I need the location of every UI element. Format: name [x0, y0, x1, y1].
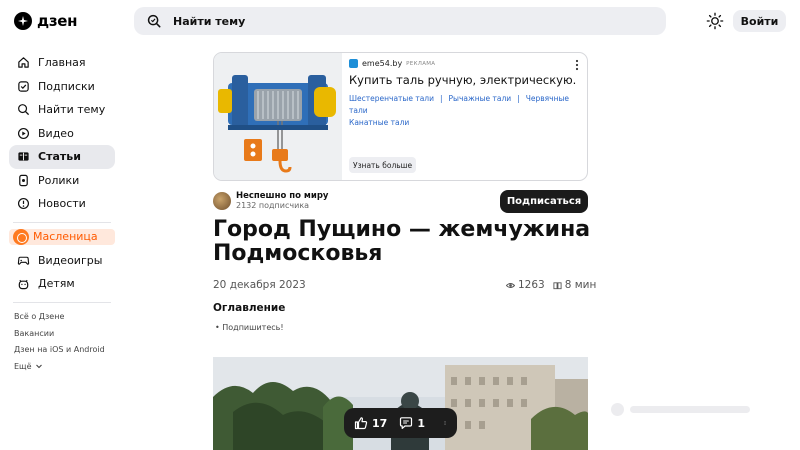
- page: дзен Найти тему Войти Главная Подписки Н…: [0, 0, 800, 450]
- home-icon: [18, 57, 29, 68]
- footer-link-apps[interactable]: Дзен на iOS и Android: [14, 342, 115, 359]
- video-icon: [17, 127, 30, 139]
- sidebar-item-news[interactable]: Новости: [9, 192, 115, 216]
- search-bar[interactable]: Найти тему: [134, 7, 666, 35]
- sidebar-item-articles[interactable]: Статьи: [9, 145, 115, 169]
- sidebar-item-maslenitsa[interactable]: Масленица: [9, 228, 115, 245]
- find-topic-icon: [18, 104, 30, 116]
- sidebar-item-home[interactable]: Главная: [9, 51, 115, 75]
- ad-title[interactable]: Купить таль ручную, электрическую.: [349, 73, 580, 87]
- read-time-stat: 8 мин: [553, 279, 597, 291]
- sidebar-item-label: Главная: [38, 56, 86, 70]
- ad-links: Шестеренчатые тали | Рычажные тали | Червячн…: [349, 93, 580, 129]
- ad-body: eme54.by Реклама Купить таль ручную, эле…: [342, 53, 587, 180]
- sidebar-item-label: Найти тему: [38, 103, 106, 117]
- sidebar-item-label: Ролики: [38, 173, 80, 187]
- ad-link[interactable]: Канатные тали: [349, 118, 409, 127]
- article-date: 20 декабря 2023: [213, 279, 306, 291]
- sidebar-item-label: Детям: [38, 277, 75, 291]
- sidebar-item-label: Новости: [38, 197, 86, 211]
- sidebar-item-find-topic[interactable]: Найти тему: [9, 98, 115, 122]
- ad-source[interactable]: eme54.by Реклама: [349, 59, 580, 68]
- skeleton-text-placeholder: [630, 406, 750, 413]
- comments-count: 1: [417, 416, 425, 430]
- ad-learn-more-button[interactable]: Узнать больше: [349, 157, 417, 173]
- views-stat: 1263: [506, 279, 545, 291]
- author-info: Неспешно по миру 2132 подписчика: [236, 191, 328, 210]
- ad-source-domain: eme54.by: [362, 59, 403, 68]
- ad-label: Реклама: [406, 60, 436, 67]
- articles-icon: [18, 152, 29, 161]
- footer-more-label: Ещё: [14, 361, 32, 371]
- avatar[interactable]: [213, 191, 231, 210]
- winch-illustration: [214, 53, 342, 180]
- toc-item-subscribe[interactable]: • Подпишитесь!: [215, 323, 284, 332]
- author-subscribers: 2132 подписчика: [236, 201, 310, 210]
- comments-button[interactable]: 1: [399, 416, 425, 430]
- sidebar-item-videogames[interactable]: Видеоигры: [9, 249, 115, 273]
- theme-toggle-sun-icon[interactable]: [706, 12, 724, 30]
- sidebar-divider: [13, 301, 111, 303]
- article-title: Город Пущино — жемчужина Подмосковья: [213, 217, 591, 266]
- subscriptions-icon: [18, 81, 29, 92]
- book-icon: [553, 281, 562, 289]
- kids-icon: [18, 280, 29, 290]
- gamepad-icon: [17, 256, 30, 265]
- ad-link-separator: |: [517, 94, 520, 103]
- skeleton-avatar-placeholder: [611, 403, 624, 416]
- ad-favicon-icon: [349, 59, 358, 68]
- chevron-down-icon: [35, 364, 42, 369]
- search-icon: [147, 14, 161, 28]
- footer-link-vacancies[interactable]: Вакансии: [14, 325, 115, 342]
- toc-heading: Оглавление: [213, 302, 286, 314]
- sidebar-item-label: Статьи: [38, 150, 81, 164]
- sidebar-divider: [13, 221, 111, 223]
- more-vertical-icon[interactable]: [443, 416, 447, 430]
- thumbs-up-icon: [354, 417, 368, 430]
- sidebar-footer-links: Всё о Дзене Вакансии Дзен на iOS и Andro…: [9, 309, 115, 375]
- reactions-bar: 17 1: [344, 408, 457, 438]
- news-icon: [17, 198, 30, 210]
- author-name[interactable]: Неспешно по миру: [236, 191, 328, 201]
- like-button[interactable]: 17: [354, 416, 387, 430]
- author-block[interactable]: Неспешно по миру 2132 подписчика: [213, 191, 328, 210]
- sidebar-item-kids[interactable]: Детям: [9, 272, 115, 296]
- sidebar-item-label: Видео: [38, 126, 74, 140]
- sidebar-item-video[interactable]: Видео: [9, 122, 115, 146]
- login-button[interactable]: Войти: [733, 10, 786, 32]
- sidebar-item-shorts[interactable]: Ролики: [9, 169, 115, 193]
- sidebar-item-subscriptions[interactable]: Подписки: [9, 75, 115, 99]
- ad-link-separator: |: [439, 94, 443, 103]
- dzen-logo-icon: [14, 12, 32, 30]
- article-stats: 1263 8 мин: [506, 279, 596, 291]
- ad-link[interactable]: Шестеренчатые тали: [349, 94, 434, 103]
- sidebar-item-label: Видеоигры: [38, 253, 103, 267]
- sidebar-item-label: Масленица: [33, 230, 98, 243]
- maslenitsa-sun-icon: [13, 228, 29, 245]
- subscribe-button[interactable]: Подписаться: [500, 190, 588, 213]
- ad-image-winch[interactable]: [214, 53, 342, 180]
- ad-card[interactable]: eme54.by Реклама Купить таль ручную, эле…: [213, 52, 588, 181]
- footer-link-about[interactable]: Всё о Дзене: [14, 309, 115, 326]
- views-count: 1263: [518, 279, 545, 291]
- footer-link-more[interactable]: Ещё: [14, 358, 115, 375]
- comment-icon: [400, 417, 413, 429]
- sidebar-item-label: Подписки: [38, 79, 95, 93]
- more-vertical-icon[interactable]: [575, 59, 579, 71]
- ad-link[interactable]: Рычажные тали: [449, 94, 512, 103]
- likes-count: 17: [372, 416, 388, 430]
- shorts-icon: [19, 174, 28, 186]
- logo-text: дзен: [37, 12, 78, 30]
- read-time: 8 мин: [564, 279, 597, 291]
- eye-icon: [506, 282, 515, 288]
- search-input[interactable]: Найти тему: [173, 15, 245, 28]
- sidebar: Главная Подписки Найти тему Видео Статьи…: [9, 51, 115, 375]
- logo[interactable]: дзен: [14, 12, 77, 30]
